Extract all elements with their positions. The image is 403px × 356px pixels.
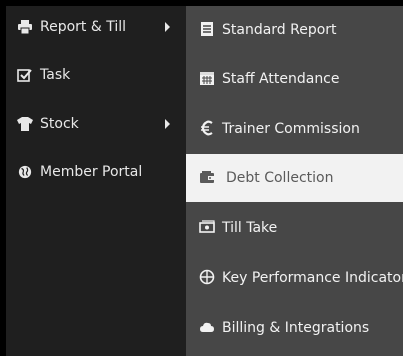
submenu-item-trainer-commission[interactable]: Trainer Commission [186,105,403,153]
submenu-item-label: Till Take [222,220,278,236]
submenu-item-till-take[interactable]: Till Take [186,204,403,252]
main-menu: Report & Till Task Stock Member Portal [6,6,186,356]
caret-right-icon [165,119,170,129]
cloud-icon [199,319,215,335]
euro-icon [199,120,215,136]
globe-icon [17,165,33,179]
calendar-icon [199,70,215,86]
money-icon [199,219,215,235]
submenu-item-billing-integrations[interactable]: Billing & Integrations [186,304,403,352]
menu-item-member-portal[interactable]: Member Portal [6,161,186,183]
checkbox-icon [17,68,33,82]
menu-item-report-till[interactable]: Report & Till [6,16,186,38]
submenu-item-label: Trainer Commission [222,121,360,137]
crosshair-icon [199,269,215,285]
submenu-item-label: Key Performance Indicators [222,270,403,286]
menu-item-label: Member Portal [40,164,143,180]
submenu-item-debt-collection[interactable]: Debt Collection [186,154,403,202]
document-icon [199,21,215,37]
menu-item-stock[interactable]: Stock [6,113,186,135]
menu-item-label: Report & Till [40,19,127,35]
wallet-icon [199,169,215,185]
menu-item-task[interactable]: Task [6,64,186,86]
menu-frame: Report & Till Task Stock Member Portal S… [0,0,403,356]
submenu: Standard Report Staff Attendance Trainer… [186,6,403,356]
submenu-item-staff-attendance[interactable]: Staff Attendance [186,55,403,103]
caret-right-icon [165,22,170,32]
submenu-item-label: Staff Attendance [222,71,340,87]
submenu-item-standard-report[interactable]: Standard Report [186,6,403,54]
tshirt-icon [17,117,33,131]
menu-item-label: Stock [40,116,79,132]
printer-icon [17,20,33,34]
submenu-item-label: Billing & Integrations [222,320,370,336]
submenu-item-kpi[interactable]: Key Performance Indicators [186,254,403,302]
submenu-item-label: Debt Collection [226,170,334,186]
submenu-item-label: Standard Report [222,22,337,38]
menu-item-label: Task [40,67,71,83]
